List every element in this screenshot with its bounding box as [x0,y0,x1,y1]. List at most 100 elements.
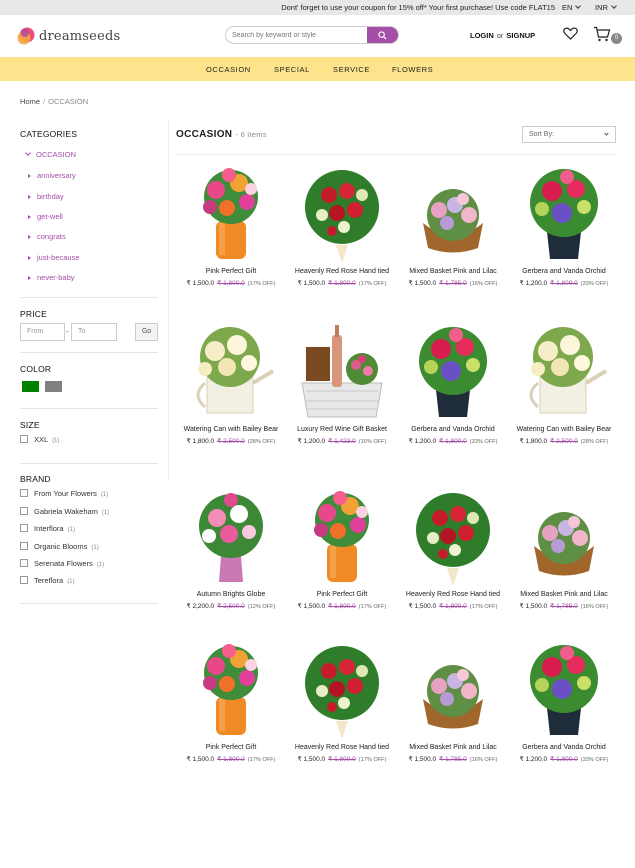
nav-item-service[interactable]: SERVICE [333,65,370,74]
product-name[interactable]: Heavenly Red Rose Hand tied [398,591,508,598]
color-swatch-green[interactable] [22,381,39,392]
product-name[interactable]: Mixed Basket Pink and Lilac [398,744,508,751]
size-option-xxl[interactable]: XXL (1) [20,434,60,444]
checkbox[interactable] [20,576,28,584]
price-from-input[interactable]: From [20,323,65,341]
subcategory-congrats[interactable]: congrats [28,232,66,241]
nav-item-occasion[interactable]: OCCASION [206,65,251,74]
product-original-price: ₹ 1,800.0 [328,756,356,763]
checkbox[interactable] [20,559,28,567]
product-card[interactable]: Gerbera and Vanda Orchid ₹ 1,200.0 ₹ 1,800… [509,639,619,789]
search-input[interactable] [226,27,368,43]
product-name[interactable]: Pink Perfect Gift [176,744,286,751]
product-image[interactable] [514,639,614,741]
product-image[interactable] [403,163,503,265]
product-name[interactable]: Pink Perfect Gift [287,591,397,598]
product-image[interactable] [403,321,503,423]
product-name[interactable]: Watering Can with Bailey Bear [176,426,286,433]
product-name[interactable]: Mixed Basket Pink and Lilac [398,268,508,275]
brand-option[interactable]: Organic Blooms (1) [20,541,99,551]
language-selector[interactable]: EN [562,3,582,12]
product-name[interactable]: Pink Perfect Gift [176,268,286,275]
product-name[interactable]: Mixed Basket Pink and Lilac [509,591,619,598]
product-name[interactable]: Heavenly Red Rose Hand tied [287,268,397,275]
product-card[interactable]: Mixed Basket Pink and Lilac ₹ 1,500.0 ₹ 1,… [398,639,508,789]
subcategory-just-because[interactable]: just-because [28,253,80,262]
product-discount: (16% OFF) [469,757,498,763]
product-name[interactable]: Autumn Brights Globe [176,591,286,598]
product-card[interactable]: Mixed Basket Pink and Lilac ₹ 1,500.0 ₹ 1,… [398,163,508,313]
product-image[interactable] [181,486,281,588]
product-card[interactable]: Mixed Basket Pink and Lilac ₹ 1,500.0 ₹ 1,… [509,486,619,636]
subcategory-never-baby[interactable]: never-baby [28,273,75,282]
nav-item-special[interactable]: SPECIAL [274,65,310,74]
product-image[interactable] [403,639,503,741]
breadcrumb-separator: / [43,97,46,106]
color-swatch-gray[interactable] [45,381,62,392]
checkbox[interactable] [20,542,28,550]
heart-icon[interactable] [563,27,578,40]
checkbox[interactable] [20,524,28,532]
product-image[interactable] [181,163,281,265]
divider [20,463,158,464]
product-image[interactable] [181,639,281,741]
product-card[interactable]: Gerbera and Vanda Orchid ₹ 1,200.0 ₹ 1,800… [398,321,508,471]
divider [176,154,616,155]
product-card[interactable]: Pink Perfect Gift ₹ 1,500.0 ₹ 1,800.0 (17% … [176,163,286,313]
product-image[interactable] [514,486,614,588]
product-card[interactable]: Watering Can with Bailey Bear ₹ 1,800.0 ₹ … [509,321,619,471]
price-go-button[interactable]: Go [135,323,158,341]
nav-item-flowers[interactable]: FLOWERS [392,65,433,74]
product-name[interactable]: Gerbera and Vanda Orchid [398,426,508,433]
brand-option[interactable]: Tereflora (1) [20,575,75,585]
brand-option[interactable]: Serenata Flowers (1) [20,558,104,568]
product-image[interactable] [292,486,392,588]
price-to-input[interactable]: To [71,323,117,341]
product-name[interactable]: Watering Can with Bailey Bear [509,426,619,433]
cart-button[interactable]: 0 [593,26,622,47]
brand-option[interactable]: Interflora (1) [20,523,75,533]
brand-label: Interflora [34,524,64,533]
product-discount: (33% OFF) [580,281,609,287]
brand-option[interactable]: Gabriela Wakeham (1) [20,506,109,516]
search-button[interactable] [367,27,398,43]
product-name[interactable]: Gerbera and Vanda Orchid [509,268,619,275]
product-image[interactable] [292,321,392,423]
product-card[interactable]: Heavenly Red Rose Hand tied ₹ 1,500.0 ₹ 1,… [287,163,397,313]
product-price: ₹ 1,200.0 [519,280,548,287]
brand-option[interactable]: From Your Flowers (1) [20,488,108,498]
checkbox[interactable] [20,507,28,515]
product-name[interactable]: Gerbera and Vanda Orchid [509,744,619,751]
brand-label: From Your Flowers [34,489,97,498]
product-image[interactable] [403,486,503,588]
subcategory-anniversary[interactable]: anniversary [28,171,76,180]
product-card[interactable]: Autumn Brights Globe ₹ 2,200.0 ₹ 2,500.0 (1… [176,486,286,636]
product-card[interactable]: Luxury Red Wine Gift Basket ₹ 1,200.0 ₹ 1,… [287,321,397,471]
product-card[interactable]: Heavenly Red Rose Hand tied ₹ 1,500.0 ₹ 1,… [398,486,508,636]
product-image[interactable] [514,321,614,423]
cart-icon [594,26,611,42]
brand-logo[interactable]: dreamseeds [16,26,120,46]
checkbox[interactable] [20,489,28,497]
subcategory-get-well[interactable]: get-well [28,212,63,221]
subcategory-birthday[interactable]: birthday [28,192,64,201]
product-card[interactable]: Watering Can with Bailey Bear ₹ 1,800.0 ₹ … [176,321,286,471]
product-discount: (28% OFF) [247,439,276,445]
product-image[interactable] [514,163,614,265]
product-card[interactable]: Gerbera and Vanda Orchid ₹ 1,200.0 ₹ 1,800… [509,163,619,313]
product-name[interactable]: Heavenly Red Rose Hand tied [287,744,397,751]
product-image[interactable] [181,321,281,423]
product-card[interactable]: Pink Perfect Gift ₹ 1,500.0 ₹ 1,800.0 (17% … [287,486,397,636]
product-card[interactable]: Heavenly Red Rose Hand tied ₹ 1,500.0 ₹ 1,… [287,639,397,789]
signup-link[interactable]: SIGNUP [506,31,535,40]
product-image[interactable] [292,639,392,741]
login-link[interactable]: LOGIN [470,31,494,40]
product-image[interactable] [292,163,392,265]
sort-dropdown[interactable]: Sort By: [522,126,616,143]
breadcrumb-home[interactable]: Home [20,97,40,106]
product-name[interactable]: Luxury Red Wine Gift Basket [287,426,397,433]
checkbox[interactable] [20,435,28,443]
product-card[interactable]: Pink Perfect Gift ₹ 1,500.0 ₹ 1,800.0 (17% … [176,639,286,789]
currency-selector[interactable]: INR [595,3,617,12]
category-occasion[interactable]: OCCASION [25,150,76,159]
